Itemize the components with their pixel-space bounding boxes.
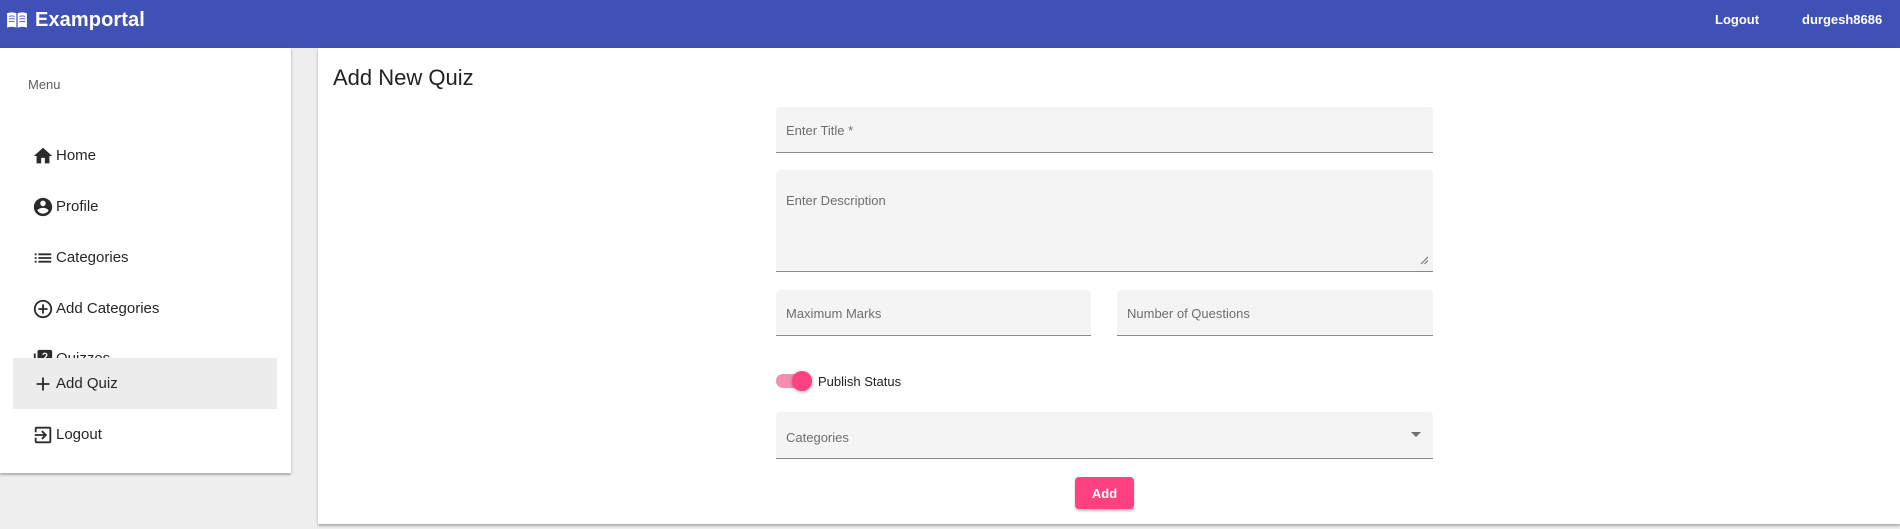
sidebar-item-label: Add Categories: [56, 300, 160, 317]
description-label: Enter Description: [786, 193, 886, 208]
sidebar-item-profile[interactable]: Profile: [13, 181, 277, 232]
categories-select[interactable]: Categories: [776, 412, 1433, 459]
publish-status-label: Publish Status: [818, 373, 902, 389]
resize-handle-icon[interactable]: [1419, 255, 1429, 265]
sidebar-item-label: Home: [56, 147, 97, 164]
sidebar-item-label: Categories: [56, 249, 129, 266]
number-of-questions-label: Number of Questions: [1127, 306, 1250, 321]
dropdown-arrow-icon: [1411, 432, 1421, 437]
sidebar-item-categories[interactable]: Categories: [13, 232, 277, 283]
logout-icon: [34, 426, 52, 443]
maximum-marks-label: Maximum Marks: [786, 306, 882, 321]
add-icon: [36, 377, 50, 390]
title-input-label: Enter Title *: [786, 123, 854, 138]
sidebar-item-logout[interactable]: Logout: [13, 409, 277, 460]
account-circle-icon: [33, 197, 53, 216]
book-open-icon: [7, 12, 27, 28]
sidebar: Menu Home Profile Categories Add Categor…: [0, 48, 291, 473]
number-of-questions-input[interactable]: Number of Questions: [1117, 290, 1433, 336]
home-icon: [33, 147, 53, 163]
top-toolbar: Examportal Logout durgesh8686: [0, 0, 1900, 48]
app-title: Examportal: [35, 8, 145, 31]
add-circle-outline-icon: [33, 299, 53, 318]
add-quiz-button[interactable]: Add: [1075, 477, 1134, 509]
toggle-track[interactable]: [776, 371, 812, 391]
sidebar-item-label: Add Quiz: [56, 375, 118, 392]
header-logout-button[interactable]: Logout: [1715, 0, 1759, 40]
add-quiz-card: Add New Quiz Enter Title * Enter Descrip…: [318, 48, 1900, 524]
page-title: Add New Quiz: [333, 65, 474, 90]
brand[interactable]: Examportal: [6, 0, 145, 40]
list-icon: [34, 252, 52, 263]
username-button[interactable]: durgesh8686: [1802, 0, 1882, 40]
title-input[interactable]: Enter Title *: [776, 107, 1433, 153]
menu-heading: Menu: [28, 77, 61, 92]
description-textarea[interactable]: Enter Description: [776, 170, 1433, 272]
publish-status-toggle[interactable]: Publish Status: [776, 370, 901, 392]
sidebar-item-add-quiz[interactable]: Add Quiz: [13, 358, 277, 409]
categories-select-label: Categories: [786, 430, 849, 445]
sidebar-item-add-categories[interactable]: Add Categories: [13, 283, 277, 334]
toggle-thumb[interactable]: [792, 371, 812, 391]
sidebar-item-label: Profile: [56, 198, 99, 215]
sidebar-item-home[interactable]: Home: [13, 130, 277, 181]
maximum-marks-input[interactable]: Maximum Marks: [776, 290, 1091, 336]
sidebar-item-label: Logout: [56, 426, 102, 443]
